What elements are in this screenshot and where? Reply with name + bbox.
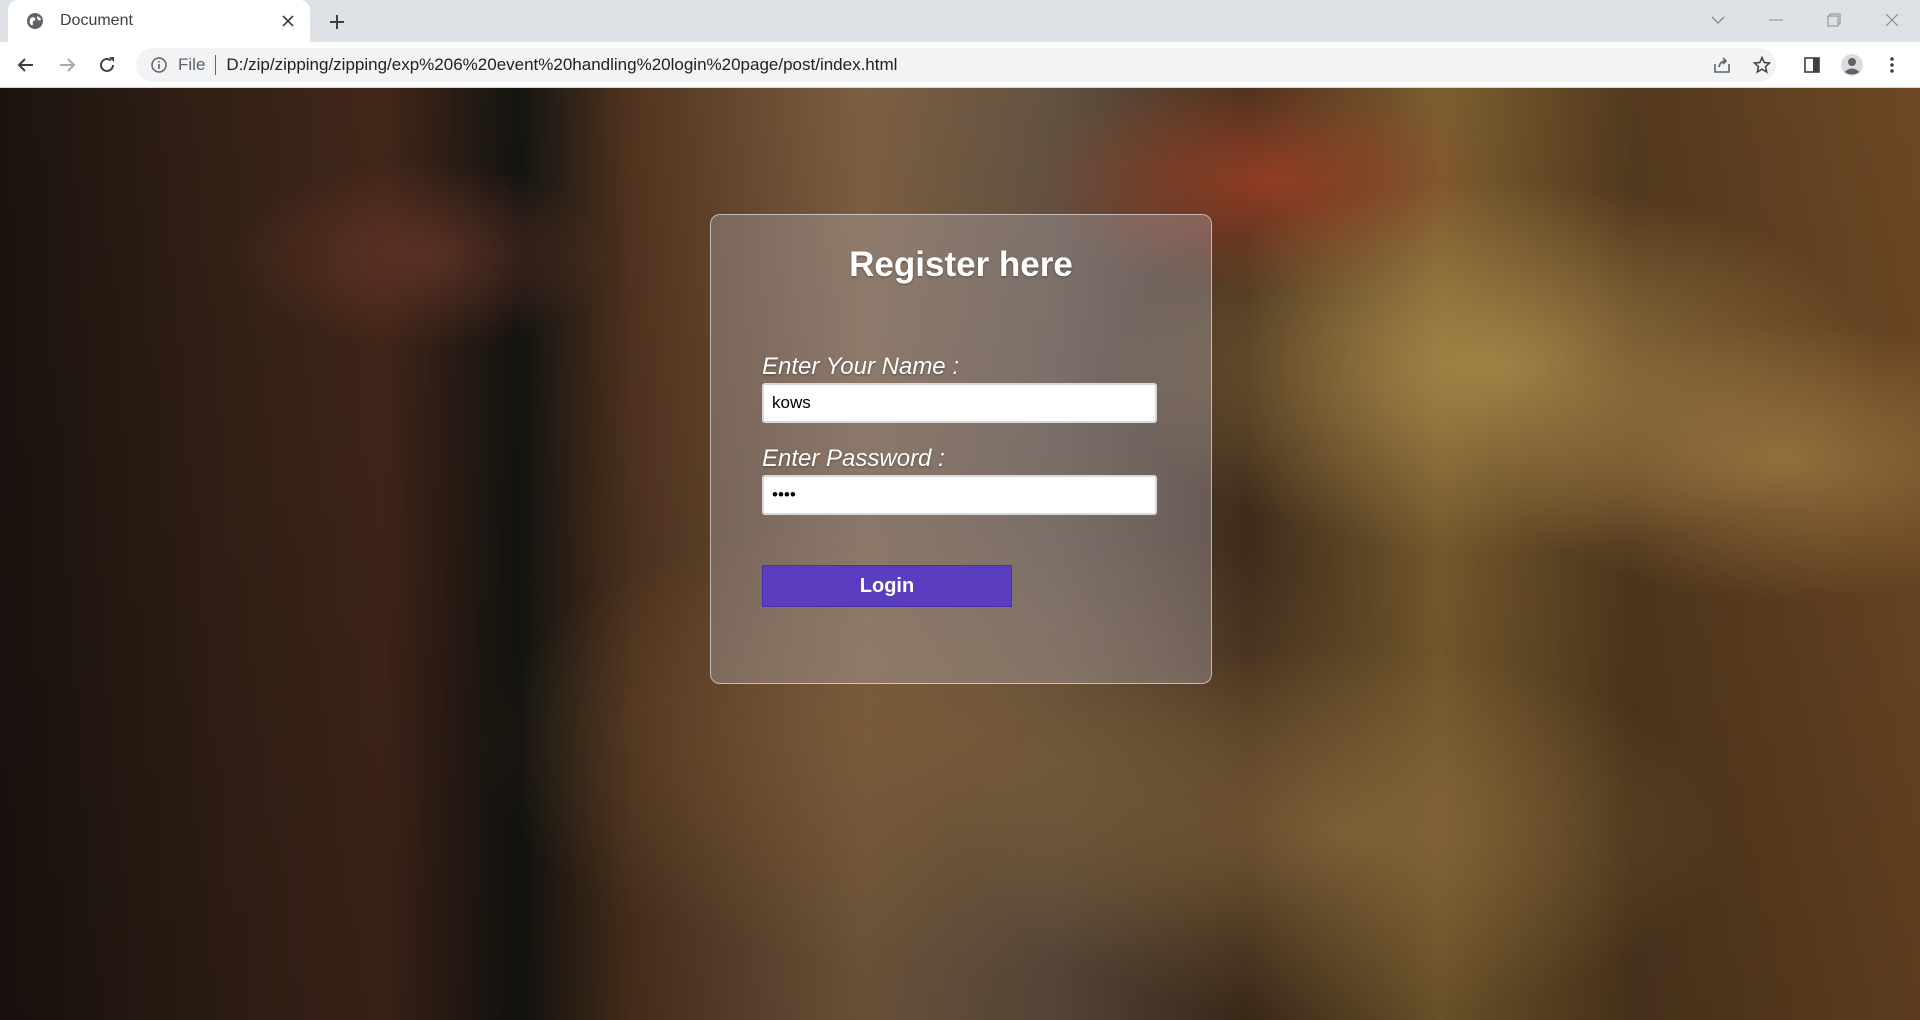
side-panel-icon[interactable] — [1796, 49, 1828, 81]
name-input[interactable] — [762, 383, 1157, 423]
form-heading: Register here — [849, 245, 1073, 284]
globe-icon — [26, 12, 44, 30]
close-window-icon[interactable] — [1864, 0, 1920, 40]
profile-icon[interactable] — [1836, 49, 1868, 81]
tab-strip: Document — [0, 0, 1920, 42]
scheme-label: File — [178, 55, 206, 74]
url-text[interactable]: D:/zip/zipping/zipping/exp%206%20event%2… — [226, 55, 897, 75]
tab-document[interactable]: Document — [8, 0, 310, 42]
browser-toolbar: File D:/zip/zipping/zipping/exp%206%20ev… — [0, 42, 1920, 88]
tab-close-icon[interactable] — [276, 9, 300, 33]
password-input[interactable] — [762, 475, 1157, 515]
new-tab-button[interactable] — [322, 8, 352, 36]
page-viewport: Register here Enter Your Name : Enter Pa… — [0, 88, 1920, 1020]
info-icon[interactable] — [150, 56, 168, 74]
tab-search-icon[interactable] — [1690, 0, 1746, 40]
login-button[interactable]: Login — [762, 565, 1012, 607]
name-label: Enter Your Name : — [762, 353, 959, 380]
star-icon[interactable] — [1746, 49, 1778, 81]
back-arrow-icon[interactable] — [10, 49, 42, 81]
tab-title: Document — [60, 12, 133, 29]
password-label: Enter Password : — [762, 445, 945, 472]
forward-arrow-icon[interactable] — [51, 49, 83, 81]
register-card: Register here Enter Your Name : Enter Pa… — [710, 214, 1212, 684]
kebab-menu-icon[interactable] — [1876, 49, 1908, 81]
share-icon[interactable] — [1706, 49, 1738, 81]
minimize-icon[interactable] — [1748, 0, 1804, 40]
reload-icon[interactable] — [91, 49, 123, 81]
address-separator — [215, 55, 217, 75]
address-bar[interactable]: File D:/zip/zipping/zipping/exp%206%20ev… — [136, 48, 1776, 82]
restore-icon[interactable] — [1806, 0, 1862, 40]
